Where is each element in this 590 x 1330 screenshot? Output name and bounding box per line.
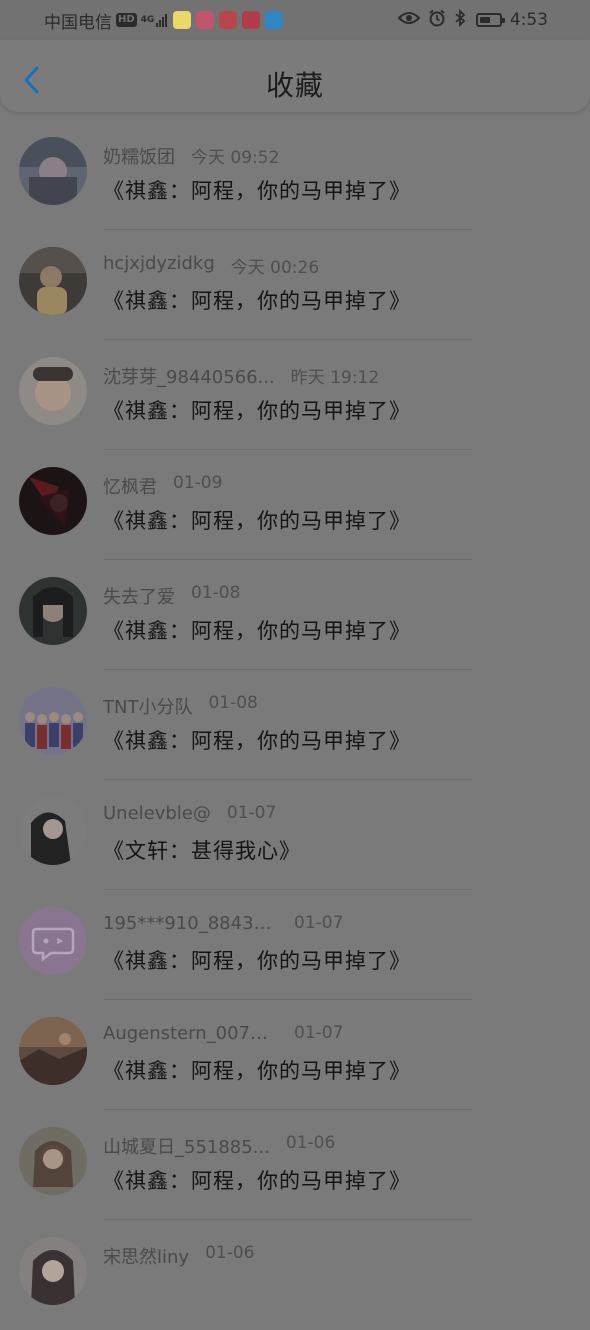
user-name[interactable]: 奶糯饭团 [103,143,175,169]
item-meta: 奶糯饭团 今天 09:52 [103,143,279,169]
user-name[interactable]: Augenstern_0072... [103,1023,278,1044]
search-app-icon [265,11,284,29]
favorite-title[interactable]: 《祺鑫：阿程，你的马甲掉了》 [103,1165,411,1195]
favorite-title[interactable]: 《祺鑫：阿程，你的马甲掉了》 [103,1055,411,1085]
item-meta: 忆枫君 01-09 [103,473,222,499]
avatar[interactable] [19,1237,87,1305]
list-item[interactable]: 宋思然liny 01-06 [0,1220,590,1330]
avatar[interactable] [19,247,87,315]
timestamp: 01-09 [173,473,223,493]
avatar[interactable] [19,577,87,645]
user-name[interactable]: TNT小分队 [103,693,192,719]
page-title: 收藏 [265,69,324,102]
alarm-icon [428,9,446,32]
timestamp: 01-07 [294,1023,344,1043]
battery-icon [475,13,505,27]
list-item[interactable]: 195***910_88430... 01-07 《祺鑫：阿程，你的马甲掉了》 [0,890,590,1000]
favorites-list: 奶糯饭团 今天 09:52 《祺鑫：阿程，你的马甲掉了》 hcjxjdyzidk… [0,120,590,1330]
user-name[interactable]: 山城夏日_551885... [103,1133,270,1159]
list-item[interactable]: Augenstern_0072... 01-07 《祺鑫：阿程，你的马甲掉了》 [0,1000,590,1110]
user-name[interactable]: 失去了爱 [103,583,175,609]
chat-app-icon [173,11,192,29]
status-right: 4:53 [390,8,548,32]
timestamp: 今天 00:26 [230,258,320,278]
top-app-bar: 收藏 [0,40,590,112]
signal-icon [156,13,168,27]
item-meta: Augenstern_0072... 01-07 [103,1023,343,1044]
favorite-title[interactable]: 《祺鑫：阿程，你的马甲掉了》 [103,175,411,205]
network-type-label: 4G [140,14,155,25]
timestamp: 昨天 19:12 [290,368,380,388]
favorite-title[interactable]: 《祺鑫：阿程，你的马甲掉了》 [103,725,411,755]
timestamp: 今天 09:52 [191,148,280,168]
item-meta: TNT小分队 01-08 [103,693,258,719]
favorite-title[interactable]: 《文轩：甚得我心》 [103,835,301,865]
timestamp: 01-06 [205,1243,255,1263]
clock-label: 4:53 [509,10,548,30]
user-name[interactable]: Unelevble@ [103,803,211,824]
avatar[interactable] [19,1127,87,1195]
shopping-app-icon [196,11,215,29]
list-item[interactable]: 忆枫君 01-09 《祺鑫：阿程，你的马甲掉了》 [0,450,590,560]
bluetooth-icon [454,8,466,32]
hd-badge: HD [116,13,137,27]
item-meta: 宋思然liny 01-06 [103,1243,254,1269]
avatar[interactable] [19,1017,87,1085]
favorite-title[interactable]: 《祺鑫：阿程，你的马甲掉了》 [103,285,411,315]
avatar[interactable] [19,467,87,535]
list-item[interactable]: 奶糯饭团 今天 09:52 《祺鑫：阿程，你的马甲掉了》 [0,120,590,230]
favorite-title[interactable]: 《祺鑫：阿程，你的马甲掉了》 [103,505,411,535]
user-name[interactable]: 忆枫君 [103,473,157,499]
item-meta: 失去了爱 01-08 [103,583,240,609]
timestamp: 01-08 [208,693,258,713]
list-item[interactable]: hcjxjdyzidkg 今天 00:26 《祺鑫：阿程，你的马甲掉了》 [0,230,590,340]
list-item[interactable]: 山城夏日_551885... 01-06 《祺鑫：阿程，你的马甲掉了》 [0,1110,590,1220]
eye-icon [397,10,421,30]
carrier-label: 中国电信 [44,12,112,33]
avatar[interactable] [19,797,87,865]
timestamp: 01-08 [191,583,241,603]
user-name[interactable]: hcjxjdyzidkg [103,253,215,278]
item-meta: 山城夏日_551885... 01-06 [103,1133,335,1159]
user-name[interactable]: 宋思然liny [103,1243,189,1269]
item-meta: 沈芽芽_98440566... 昨天 19:12 [103,363,379,389]
favorite-title[interactable]: 《祺鑫：阿程，你的马甲掉了》 [103,945,411,975]
timestamp: 01-07 [294,913,344,933]
item-meta: Unelevble@ 01-07 [103,803,276,824]
avatar[interactable] [19,907,87,975]
favorite-title[interactable]: 《祺鑫：阿程，你的马甲掉了》 [103,615,411,645]
list-item[interactable]: TNT小分队 01-08 《祺鑫：阿程，你的马甲掉了》 [0,670,590,780]
list-item[interactable]: 失去了爱 01-08 《祺鑫：阿程，你的马甲掉了》 [0,560,590,670]
avatar[interactable] [19,357,87,425]
gift-app-icon [219,11,238,29]
status-bar: 中国电信 HD 4G 4:53 [0,0,590,40]
default-avatar-icon [19,907,87,975]
list-item[interactable]: Unelevble@ 01-07 《文轩：甚得我心》 [0,780,590,890]
list-item[interactable]: 沈芽芽_98440566... 昨天 19:12 《祺鑫：阿程，你的马甲掉了》 [0,340,590,450]
user-name[interactable]: 沈芽芽_98440566... [103,363,275,389]
timestamp: 01-06 [285,1133,336,1153]
avatar[interactable] [19,137,87,205]
favorite-title[interactable]: 《祺鑫：阿程，你的马甲掉了》 [103,395,411,425]
item-meta: 195***910_88430... 01-07 [103,913,343,934]
user-name[interactable]: 195***910_88430... [103,913,278,934]
item-meta: hcjxjdyzidkg 今天 00:26 [103,253,319,278]
status-left: 中国电信 HD 4G [44,9,284,33]
battery-fill [479,17,490,23]
book-app-icon [242,11,261,29]
timestamp: 01-07 [226,803,277,823]
avatar[interactable] [19,687,87,755]
